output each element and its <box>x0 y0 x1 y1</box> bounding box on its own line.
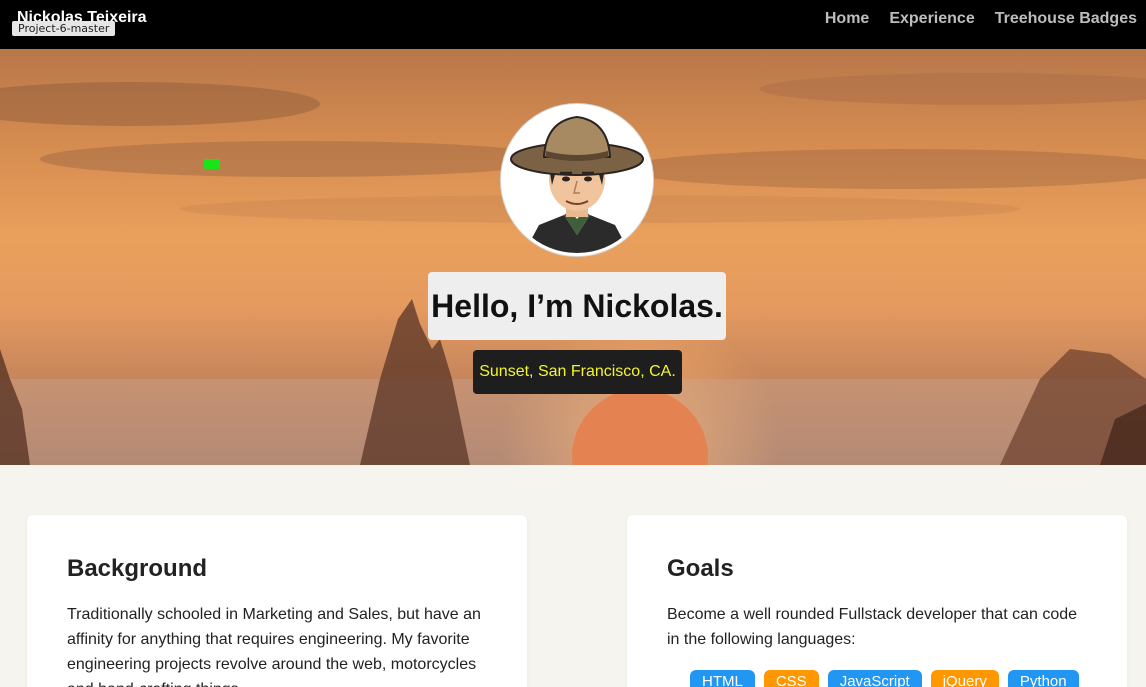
tab-tooltip: Project-6-master <box>12 21 116 36</box>
background-card: Background Traditionally schooled in Mar… <box>27 515 527 687</box>
hero-section: Hello, I’m Nickolas. Sunset, San Francis… <box>0 49 1146 465</box>
language-badges: HTML CSS JavaScript jQuery Python <box>690 670 1079 687</box>
badge-javascript: JavaScript <box>827 670 922 687</box>
avatar <box>501 104 653 256</box>
nav-link-home[interactable]: Home <box>825 10 869 28</box>
background-text: Traditionally schooled in Marketing and … <box>67 606 481 687</box>
navbar: Nickolas Teixeira Project-6-master Home … <box>0 0 1146 49</box>
goals-card: Goals Become a well rounded Fullstack de… <box>627 515 1127 687</box>
photo-caption: Sunset, San Francisco, CA. <box>473 350 682 394</box>
background-title: Background <box>67 555 208 582</box>
badge-jquery: jQuery <box>930 670 999 687</box>
badge-python: Python <box>1007 670 1079 687</box>
green-marker <box>204 159 220 169</box>
badge-html: HTML <box>690 670 755 687</box>
cartoon-portrait-icon <box>504 107 650 253</box>
nav-link-experience[interactable]: Experience <box>889 10 974 28</box>
nav-menu: Home Experience Treehouse Badges <box>825 10 1137 28</box>
badge-css: CSS <box>763 670 819 687</box>
nav-link-treehouse-badges[interactable]: Treehouse Badges <box>995 10 1137 28</box>
hero-heading: Hello, I’m Nickolas. <box>431 287 723 324</box>
goals-text: Become a well rounded Fullstack develope… <box>667 606 1078 648</box>
goals-title: Goals <box>667 555 734 582</box>
greeting-box: Hello, I’m Nickolas. <box>428 272 726 340</box>
